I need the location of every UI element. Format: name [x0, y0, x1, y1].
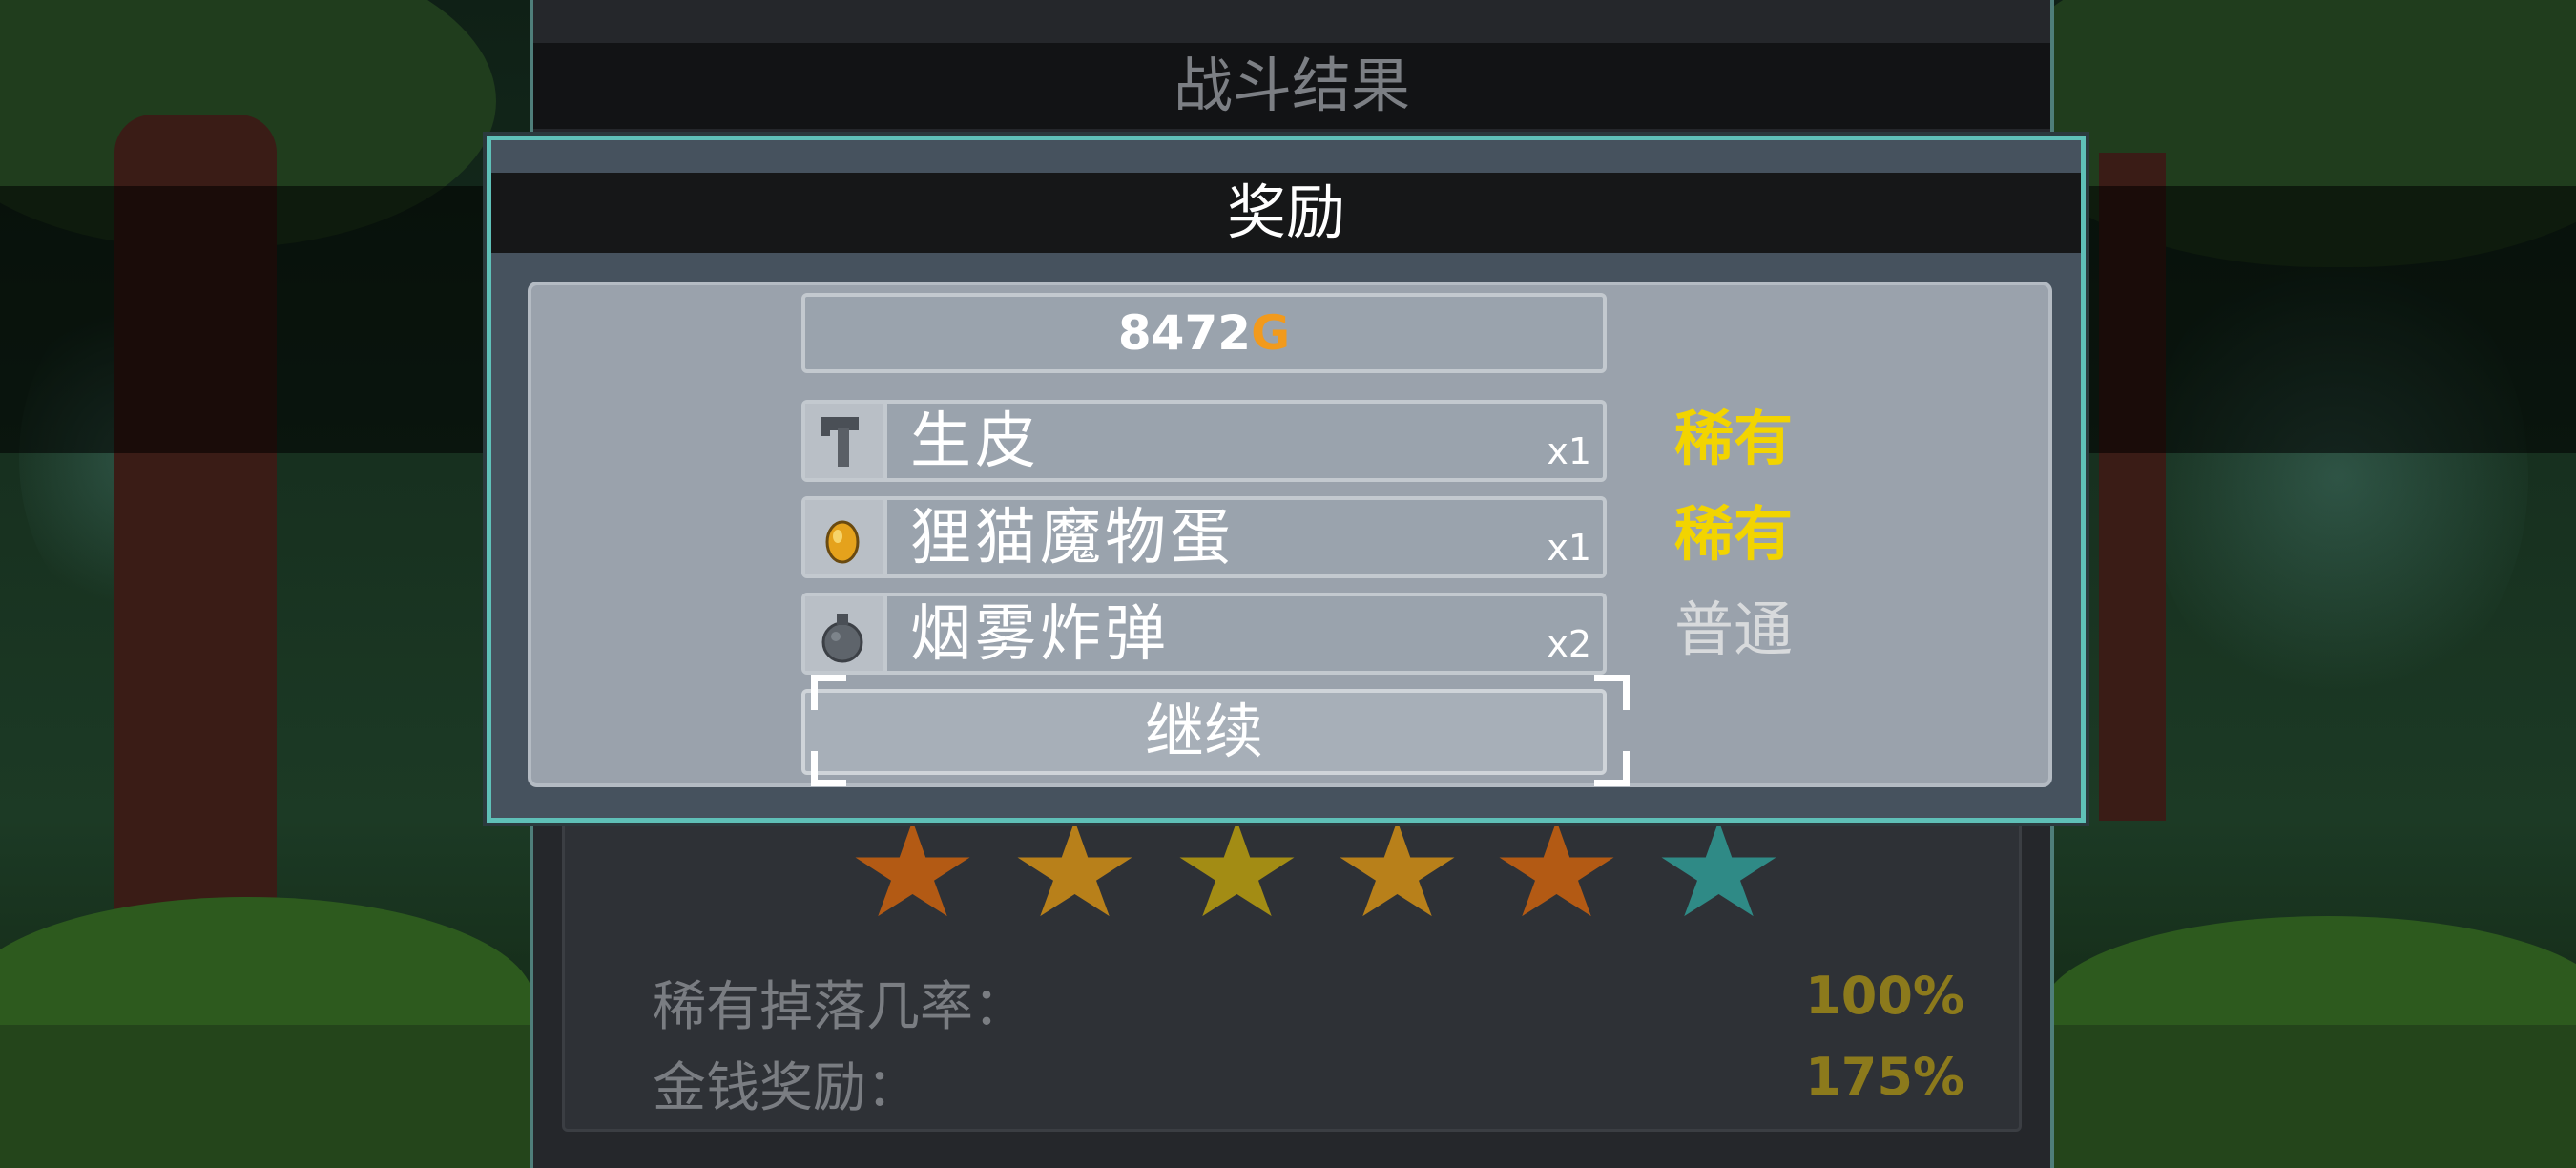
item-name: 烟雾炸弹 — [910, 599, 1170, 670]
star-icon — [855, 821, 970, 917]
selection-corner — [811, 751, 846, 786]
reward-item: 狸猫魔物蛋 x1 — [801, 496, 1607, 578]
gold-reward: 8472G — [801, 293, 1607, 373]
item-rarity: 稀有 — [1674, 404, 1794, 473]
gold-amount: 8472 — [1117, 305, 1252, 361]
star-icon — [1340, 821, 1455, 917]
smoke-bomb-icon — [805, 596, 887, 671]
egg-icon — [805, 500, 887, 574]
battle-result-title: 战斗结果 — [533, 43, 2050, 129]
reward-item: 生皮 x1 — [801, 400, 1607, 482]
star-rating — [533, 821, 2050, 926]
gold-unit: G — [1251, 305, 1291, 361]
item-rarity: 稀有 — [1674, 499, 1794, 569]
selection-corner — [1594, 675, 1630, 710]
selection-corner — [1594, 751, 1630, 786]
hammer-icon — [805, 404, 887, 478]
item-quantity: x2 — [1547, 623, 1591, 665]
star-icon — [1017, 821, 1132, 917]
star-icon — [1179, 821, 1295, 917]
star-icon — [1661, 821, 1776, 917]
continue-button[interactable]: 继续 — [801, 689, 1607, 775]
reward-item: 烟雾炸弹 x2 — [801, 593, 1607, 675]
rare-drop-label: 稀有掉落几率： — [653, 976, 1027, 1038]
star-icon — [1499, 821, 1614, 917]
reward-title: 奖励 — [491, 173, 2081, 253]
item-name: 生皮 — [910, 407, 1040, 477]
item-name: 狸猫魔物蛋 — [910, 503, 1235, 574]
item-quantity: x1 — [1547, 527, 1591, 569]
rare-drop-value: 100% — [1805, 966, 1964, 1026]
money-bonus-label: 金钱奖励： — [653, 1057, 920, 1119]
item-rarity: 普通 — [1674, 594, 1794, 664]
selection-corner — [811, 675, 846, 710]
reward-dialog: 奖励 8472G 生皮 x1 稀有 狸猫魔物蛋 x1 稀有 烟雾炸弹 x2 普通… — [487, 136, 2086, 823]
item-quantity: x1 — [1547, 430, 1591, 472]
money-bonus-value: 175% — [1805, 1047, 1964, 1107]
